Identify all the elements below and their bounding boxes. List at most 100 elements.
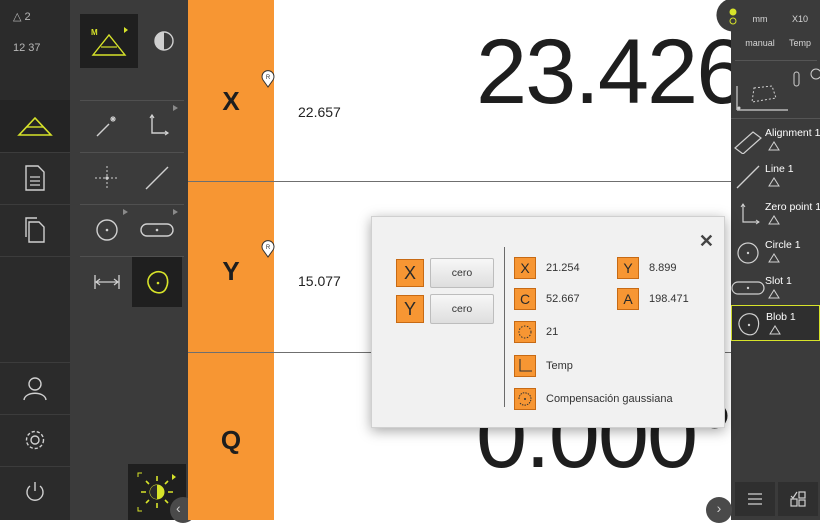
slot-tool-button[interactable]: [132, 205, 182, 255]
point-icon: [95, 166, 119, 190]
measure-icon: [768, 253, 780, 263]
mode-selector[interactable]: manual: [742, 38, 778, 48]
filter-badge: [514, 388, 536, 410]
alignment-icon: [734, 131, 762, 154]
distance-icon: [94, 275, 120, 289]
slot-icon: [731, 281, 765, 295]
circle-tool-button[interactable]: [82, 205, 132, 255]
function-palette: M ‹: [70, 0, 196, 523]
zoom-selector[interactable]: X10: [782, 14, 818, 24]
manual-measure-mode-button[interactable]: M: [80, 14, 138, 68]
warning-icon: △: [13, 11, 22, 23]
measure-icon: [768, 177, 780, 187]
panel-tab[interactable]: [712, 0, 742, 40]
warning-count: 2: [24, 11, 31, 23]
separator: [504, 247, 505, 407]
axis-q-label: Q: [220, 425, 242, 455]
unit-selector[interactable]: mm: [742, 14, 778, 24]
menu-settings-button[interactable]: [0, 414, 70, 466]
measure-icon: [768, 289, 780, 299]
measure-icon: [768, 215, 780, 225]
feature-zero-point[interactable]: Zero point 1: [731, 196, 820, 234]
close-icon: ✕: [698, 231, 714, 251]
svg-text:R: R: [266, 75, 271, 81]
line-icon: [145, 166, 169, 190]
contrast-icon: [154, 31, 174, 51]
y-axis-button[interactable]: Y: [396, 295, 424, 323]
y-reference-value: 15.077: [298, 273, 341, 289]
reference-icon: R: [261, 240, 275, 258]
points-badge: [514, 321, 536, 343]
axis-y-label: Y: [222, 256, 240, 286]
distance-tool-button[interactable]: [82, 257, 132, 307]
filter-value: Compensación gaussiana: [546, 393, 673, 405]
feature-blob-selected[interactable]: Blob 1: [731, 305, 820, 341]
feature-circle[interactable]: Circle 1: [731, 234, 820, 272]
user-icon: [23, 377, 47, 401]
divider: [188, 181, 731, 182]
measure-icon: [769, 325, 781, 335]
feature-preview: [736, 68, 820, 111]
collapse-right-button[interactable]: ›: [706, 497, 732, 523]
feature-alignment[interactable]: Alignment 1: [731, 122, 820, 160]
clock: 12 37: [13, 42, 41, 54]
menu-measure-button[interactable]: [0, 100, 70, 152]
points-value: 21: [546, 326, 559, 338]
blob-tool-button[interactable]: [132, 257, 182, 307]
line-tool-button[interactable]: [132, 153, 182, 203]
menu-protocol-button[interactable]: [0, 152, 70, 204]
auto-measure-button[interactable]: [82, 101, 132, 151]
feature-line[interactable]: Line 1: [731, 158, 820, 196]
submenu-indicator: [173, 209, 178, 215]
slot-icon: [140, 223, 174, 237]
x-coordinate-value: 21.254: [546, 262, 580, 274]
measure-icon: [17, 116, 53, 136]
zero-point-tool-button[interactable]: [132, 101, 182, 151]
temp-selector[interactable]: Temp: [782, 38, 818, 48]
zero-x-button[interactable]: cero: [430, 258, 494, 288]
tile-view-button[interactable]: [778, 482, 818, 516]
x-reference-value: 22.657: [298, 104, 341, 120]
layout-icon: [790, 491, 806, 507]
circle-icon: [737, 242, 759, 264]
y-coordinate-badge: Y: [617, 257, 639, 279]
x-axis-button[interactable]: X: [396, 259, 424, 287]
menu-user-button[interactable]: [0, 362, 70, 414]
files-icon: [25, 217, 45, 243]
list-view-button[interactable]: [735, 482, 775, 516]
feature-label: Zero point 1: [765, 201, 820, 213]
coordinate-system-badge: [514, 355, 536, 377]
main-menu: △ 2 12 37: [0, 0, 70, 520]
feature-label: Slot 1: [765, 275, 792, 287]
axis-x-label: X: [222, 86, 240, 116]
feature-slot[interactable]: Slot 1: [731, 270, 820, 308]
chevron-right-icon: ›: [716, 500, 722, 516]
feature-label: Line 1: [765, 163, 794, 175]
document-icon: [25, 165, 45, 191]
blob-icon: [738, 313, 760, 336]
coordinate-system-value: Temp: [546, 360, 573, 372]
svg-text:R: R: [266, 245, 271, 251]
measure-icon: [768, 141, 780, 151]
reference-icon: R: [261, 70, 275, 88]
gear-icon: [25, 430, 45, 450]
measure-mode-icon: M: [91, 27, 128, 56]
line-icon: [736, 165, 760, 189]
zero-y-button[interactable]: cero: [430, 294, 494, 324]
blob-result-dialog: ✕ X cero Y cero X 21.254 Y 8.899 C 52.66…: [371, 216, 725, 428]
menu-power-button[interactable]: [0, 466, 70, 518]
close-button[interactable]: ✕: [699, 231, 714, 252]
warning-indicator[interactable]: △ 2: [13, 10, 31, 23]
dotted-circle-icon: [518, 325, 532, 339]
feature-label: Alignment 1: [765, 127, 820, 139]
menu-files-button[interactable]: [0, 204, 70, 256]
contrast-button[interactable]: [140, 14, 188, 68]
coordinate-system-icon: [519, 359, 532, 372]
menu-icon: [748, 493, 762, 505]
point-tool-button[interactable]: [82, 153, 132, 203]
feature-label: Blob 1: [766, 311, 796, 323]
svg-text:M: M: [91, 28, 98, 37]
submenu-indicator: [173, 105, 178, 111]
x-coordinate-badge: X: [514, 257, 536, 279]
gaussian-filter-icon: [518, 392, 532, 406]
